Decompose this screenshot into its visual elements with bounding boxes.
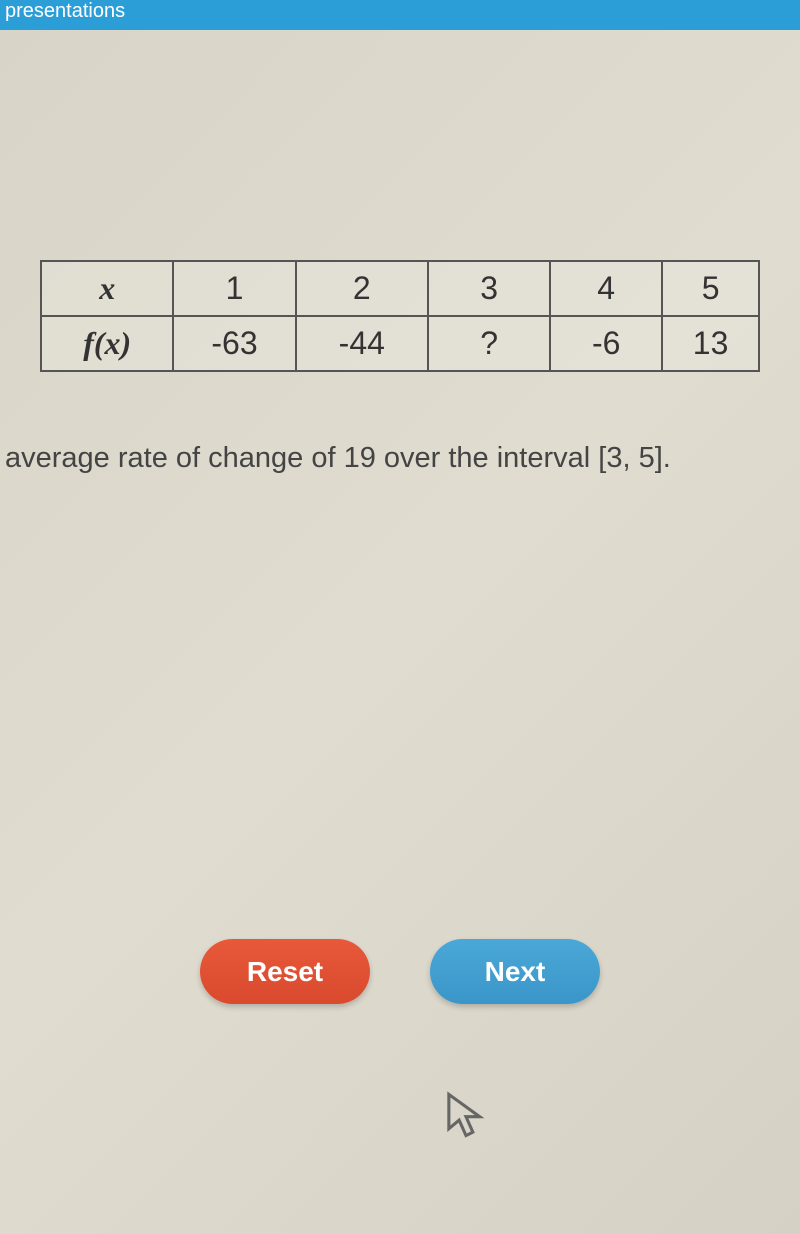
- button-row: Reset Next: [0, 939, 800, 1004]
- fx-value-cell: -6: [550, 316, 662, 371]
- table-row: f(x) -63 -44 ? -6 13: [41, 316, 759, 371]
- x-value-cell: 4: [550, 261, 662, 316]
- header-bar: presentations: [0, 0, 800, 30]
- fx-value-cell: 13: [662, 316, 759, 371]
- x-value-cell: 2: [296, 261, 428, 316]
- fx-value-cell: -63: [173, 316, 295, 371]
- fx-value-cell: -44: [296, 316, 428, 371]
- x-value-cell: 3: [428, 261, 550, 316]
- question-text: average rate of change of 19 over the in…: [5, 442, 800, 475]
- header-title-fragment: presentations: [5, 0, 125, 23]
- table-row: x 1 2 3 4 5: [41, 261, 759, 316]
- data-table-container: x 1 2 3 4 5 f(x) -63 -44 ? -6 13: [40, 260, 760, 372]
- content-area: x 1 2 3 4 5 f(x) -63 -44 ? -6 13 average…: [0, 30, 800, 475]
- x-value-cell: 5: [662, 261, 759, 316]
- next-button[interactable]: Next: [430, 939, 600, 1004]
- data-table: x 1 2 3 4 5 f(x) -63 -44 ? -6 13: [40, 260, 760, 372]
- cursor-icon: [445, 1091, 487, 1144]
- fx-value-cell: ?: [428, 316, 550, 371]
- fx-label-cell: f(x): [41, 316, 173, 371]
- x-label-cell: x: [41, 261, 173, 316]
- reset-button[interactable]: Reset: [200, 939, 370, 1004]
- x-value-cell: 1: [173, 261, 295, 316]
